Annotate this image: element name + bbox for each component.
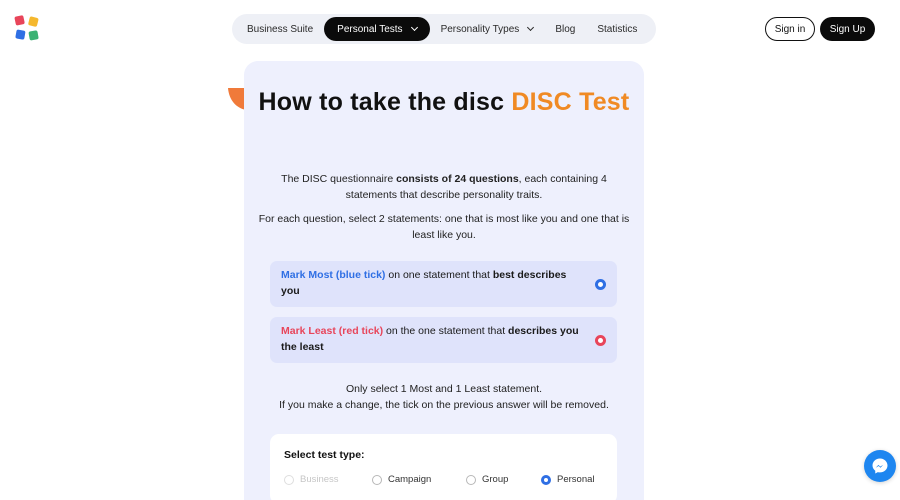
most-label: Mark Most (blue tick) (281, 269, 386, 281)
title-accent: DISC Test (511, 88, 630, 116)
option-group[interactable]: Group (466, 474, 508, 485)
test-type-selector: Select test type: Business Campaign Grou… (270, 434, 617, 500)
page: Business Suite Personal Tests Personalit… (0, 0, 900, 500)
nav-business-suite[interactable]: Business Suite (236, 17, 324, 41)
nav-statistics[interactable]: Statistics (586, 17, 648, 41)
chevron-down-icon (410, 23, 418, 32)
nav-label: Personal Tests (337, 23, 403, 35)
intro-bold: consists of 24 questions (396, 173, 519, 185)
least-text: on the one statement that (383, 325, 509, 337)
radio-button[interactable] (372, 474, 382, 485)
option-personal[interactable]: Personal (541, 474, 595, 485)
least-label: Mark Least (red tick) (281, 325, 384, 337)
instruction-paragraph: For each question, select 2 statements: … (258, 213, 630, 241)
note-line-2: If you make a change, the tick on the pr… (279, 399, 609, 411)
page-title: How to take the disc DISC Test (244, 87, 644, 118)
messenger-chat-button[interactable] (864, 450, 896, 482)
test-type-title: Select test type: (284, 449, 365, 461)
least-instruction: Mark Least (red tick) on the one stateme… (270, 317, 617, 363)
option-business[interactable]: Business (284, 474, 339, 485)
most-instruction: Mark Most (blue tick) on one statement t… (270, 261, 617, 307)
option-label: Personal (557, 474, 595, 485)
nav-blog[interactable]: Blog (544, 17, 586, 41)
red-tick-icon (595, 335, 606, 346)
nav-personality-types[interactable]: Personality Types (430, 17, 545, 41)
nav-label: Blog (555, 23, 576, 35)
messenger-icon (872, 458, 888, 474)
decorative-shape (228, 88, 246, 110)
nav-label: Statistics (597, 23, 638, 35)
option-label: Business (300, 474, 339, 485)
chevron-down-icon (527, 23, 535, 32)
sign-up-button[interactable]: Sign Up (820, 17, 875, 41)
note-line-1: Only select 1 Most and 1 Least statement… (345, 383, 543, 395)
radio-button[interactable] (466, 474, 476, 485)
radio-button[interactable] (284, 474, 294, 485)
option-label: Group (482, 474, 509, 485)
nav-label: Business Suite (247, 23, 314, 35)
option-campaign[interactable]: Campaign (372, 474, 431, 485)
intro-text: The DISC questionnaire (281, 173, 397, 185)
nav-personal-tests[interactable]: Personal Tests (324, 17, 430, 41)
nav-label: Personality Types (440, 23, 520, 35)
title-text: How to take the disc (258, 88, 512, 116)
main-nav: Business Suite Personal Tests Personalit… (232, 14, 656, 44)
most-text: on one statement that (385, 269, 493, 281)
sign-in-button[interactable]: Sign in (765, 17, 815, 41)
intro-paragraph: The DISC questionnaire consists of 24 qu… (258, 172, 630, 203)
blue-tick-icon (595, 279, 606, 290)
radio-button[interactable] (541, 474, 551, 485)
disc-logo[interactable] (14, 15, 40, 43)
instructions-card: How to take the disc DISC Test The DISC … (244, 61, 644, 500)
option-label: Campaign (388, 474, 432, 485)
